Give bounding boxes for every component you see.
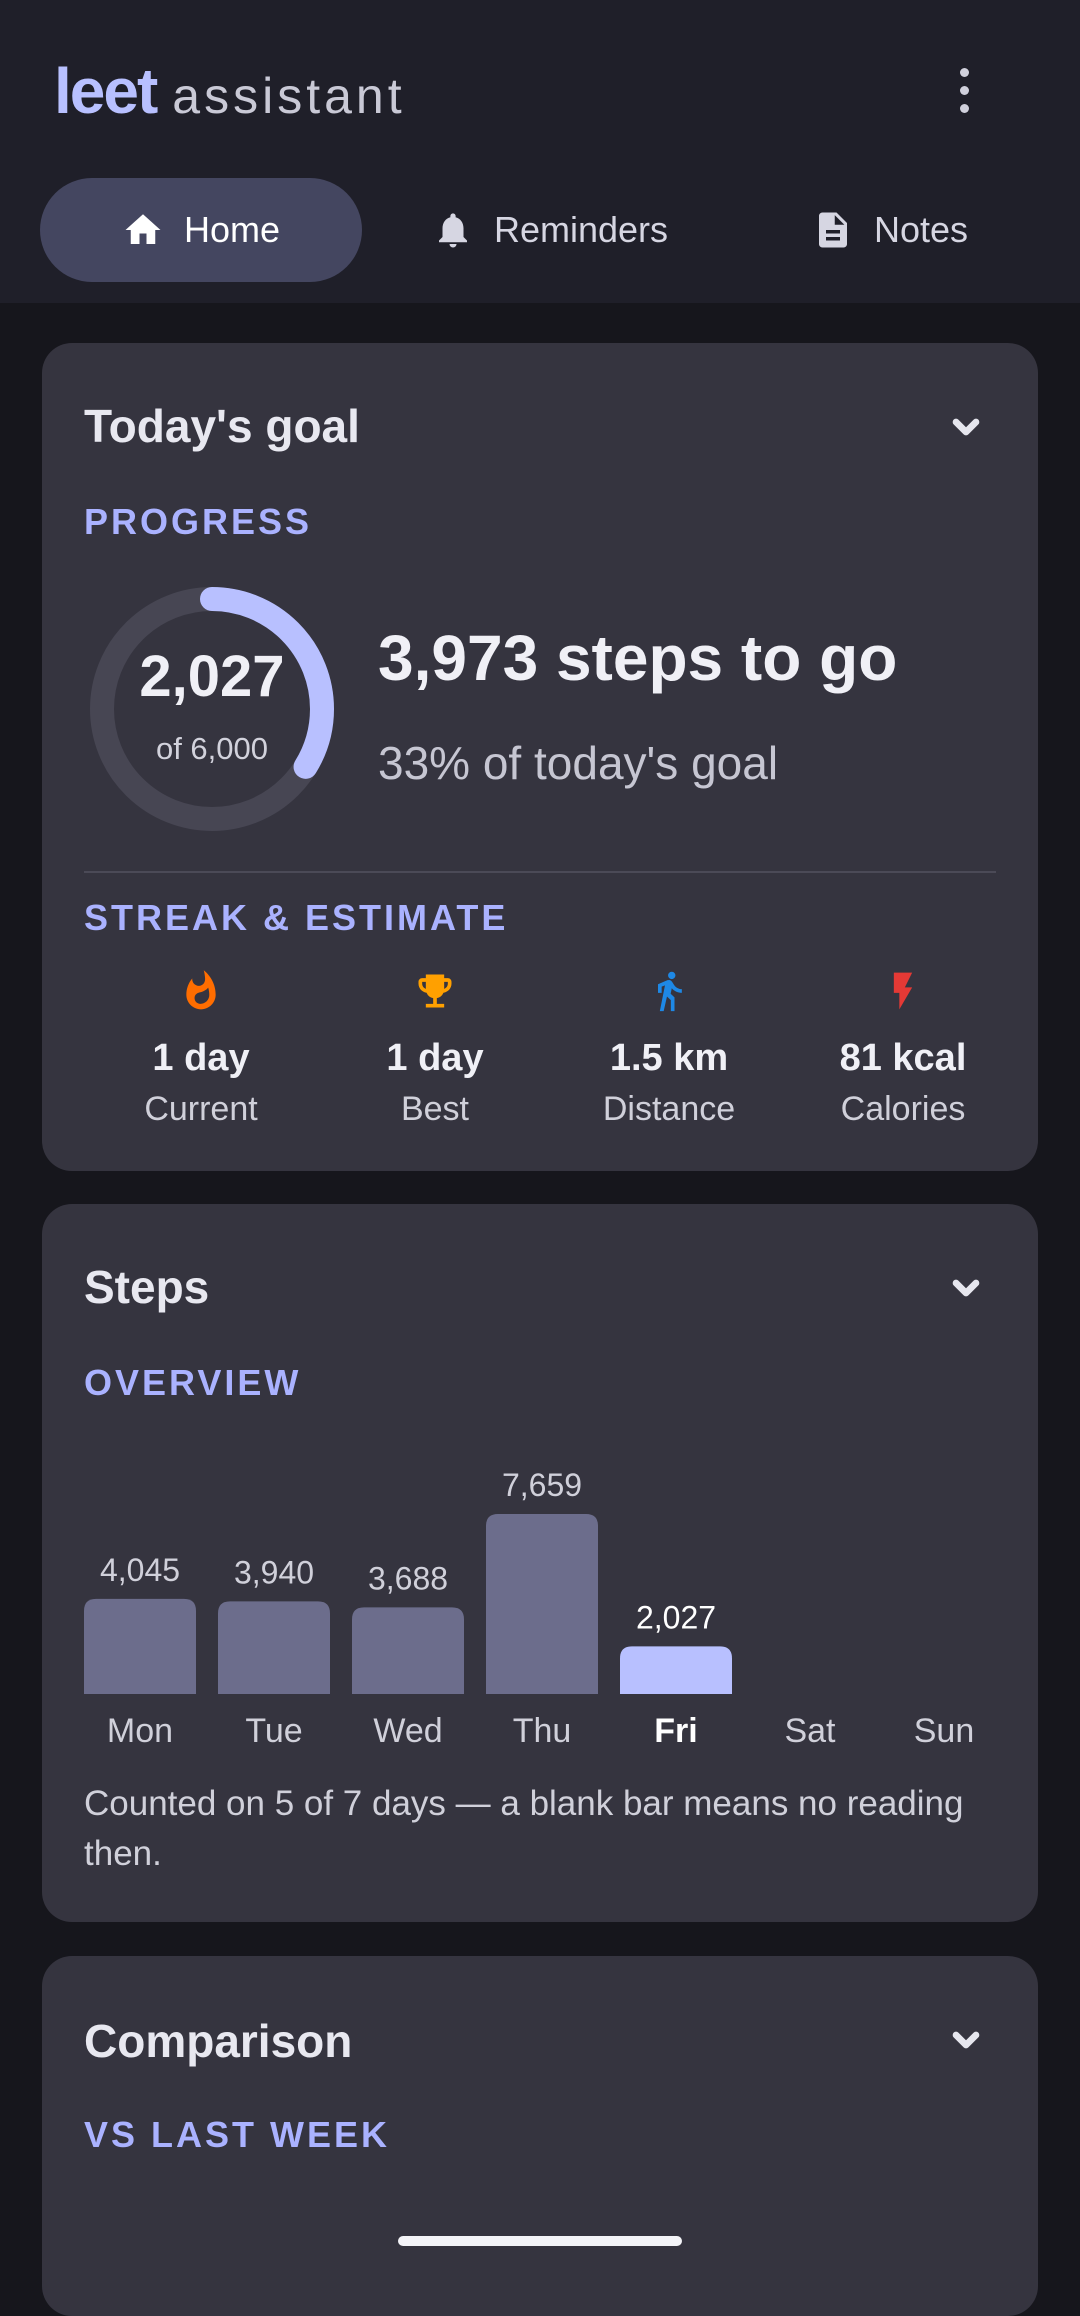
tab-bar: Home Reminders Notes <box>40 178 1040 282</box>
steps-card: Steps OVERVIEW 4,045 Mon 3,940 Tue 3,688 Wed 7… <box>42 1204 1038 1922</box>
goal-card: Today's goal PROGRESS 2,027 of 6,000 3,9… <box>42 343 1038 1171</box>
steps-card-title: Steps <box>84 1261 210 1313</box>
bar-mon <box>84 1598 196 1694</box>
stat-value: 1 day <box>152 1037 250 1079</box>
stat-best-streak: 1 day Best <box>318 967 552 1129</box>
streak-label: STREAK & ESTIMATE <box>84 897 509 938</box>
bar-value-label: 2,027 <box>636 1599 716 1635</box>
stat-value: 1 day <box>386 1037 484 1079</box>
flame-icon <box>186 970 216 1010</box>
goal-percent: 33% of today's goal <box>378 737 779 789</box>
steps-note: Counted on 5 of 7 days — a blank bar mea… <box>84 1784 964 1873</box>
stat-calories: 81 kcal Calories <box>786 967 1020 1129</box>
overview-label: OVERVIEW <box>84 1362 302 1403</box>
chevron-down-icon[interactable] <box>946 2020 986 2060</box>
stat-current-streak: 1 day Current <box>84 967 318 1129</box>
chevron-down-icon[interactable] <box>946 407 986 447</box>
chevron-down-icon[interactable] <box>946 1268 986 1308</box>
app-bar: leet assistant Home Reminders Notes <box>0 0 1080 303</box>
home-icon <box>125 214 161 244</box>
steps-to-go: 3,973 steps to go <box>378 622 898 694</box>
bar-value-label: 3,940 <box>234 1554 314 1590</box>
day-label-fri: Fri <box>654 1712 697 1750</box>
tab-notes-label: Notes <box>873 209 969 250</box>
vs-last-week-label: VS LAST WEEK <box>84 2114 391 2155</box>
day-label-tue: Tue <box>245 1712 302 1750</box>
bar-tue <box>218 1601 330 1694</box>
day-label-sun: Sun <box>914 1712 975 1750</box>
bell-icon <box>438 213 467 248</box>
bar-wed <box>352 1607 464 1694</box>
document-icon <box>818 212 847 248</box>
tab-home-label: Home <box>183 209 281 250</box>
bar-value-label: 7,659 <box>502 1467 582 1503</box>
stat-distance: 1.5 km Distance <box>552 967 786 1129</box>
goal-card-title: Today's goal <box>84 400 360 452</box>
tab-notes[interactable]: Notes <box>740 178 1040 282</box>
stat-label: Current <box>144 1090 258 1128</box>
stat-label: Distance <box>602 1090 736 1128</box>
walk-icon <box>658 971 682 1012</box>
stat-value: 81 kcal <box>839 1037 967 1079</box>
day-label-mon: Mon <box>107 1712 173 1750</box>
trophy-icon <box>418 974 452 1008</box>
tab-reminders-label: Reminders <box>493 209 669 250</box>
steps-goal: of 6,000 <box>155 731 269 766</box>
stats-row: 1 day Current 1 day Best 1.5 km Distance… <box>84 967 1020 1128</box>
bar-thu <box>486 1514 598 1694</box>
app-logo: leet assistant <box>54 54 406 127</box>
day-label-sat: Sat <box>784 1712 836 1750</box>
tab-reminders[interactable]: Reminders <box>400 178 700 282</box>
comparison-card-title: Comparison <box>84 2015 353 2067</box>
bar-value-label: 3,688 <box>368 1560 448 1596</box>
stat-label: Best <box>400 1090 470 1128</box>
bar-value-label: 4,045 <box>100 1552 180 1588</box>
day-label-wed: Wed <box>373 1712 442 1750</box>
progress-label: PROGRESS <box>84 501 313 542</box>
stat-label: Calories <box>840 1090 966 1128</box>
divider <box>84 871 996 873</box>
comparison-card: Comparison VS LAST WEEK <box>42 1956 1038 2316</box>
steps-value: 2,027 <box>139 644 285 709</box>
stat-value: 1.5 km <box>609 1037 729 1079</box>
steps-bar-chart: 4,045 Mon 3,940 Tue 3,688 Wed 7,659 Thu 2,027 Fri… <box>84 1424 996 1764</box>
overflow-menu-icon[interactable] <box>936 58 992 122</box>
bar-fri <box>620 1646 732 1694</box>
brand-bold: leet <box>54 55 158 127</box>
home-indicator[interactable] <box>398 2236 682 2246</box>
tab-home[interactable]: Home <box>40 178 362 282</box>
bolt-icon <box>893 972 913 1010</box>
brand-light: assistant <box>172 68 406 124</box>
day-label-thu: Thu <box>513 1712 572 1750</box>
